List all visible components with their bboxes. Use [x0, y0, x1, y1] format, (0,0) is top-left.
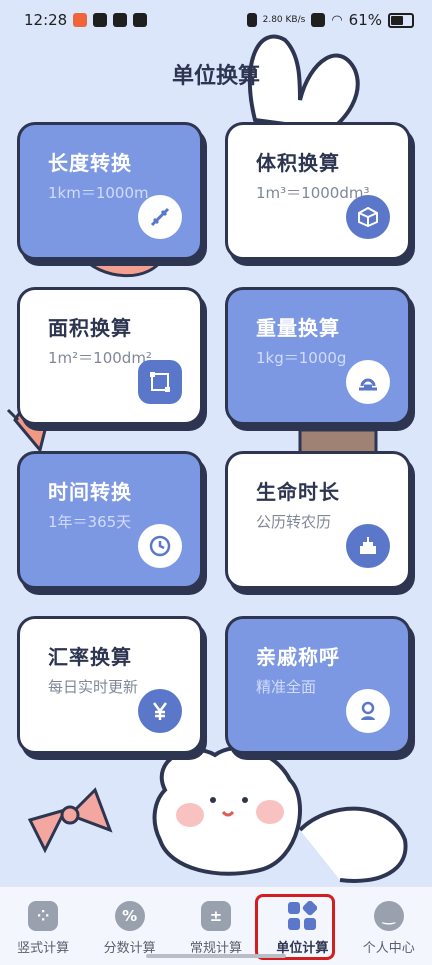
card-subtitle: 1kg＝1000g	[256, 349, 347, 367]
nav-label: 个人中心	[362, 941, 415, 956]
yen-icon	[138, 689, 182, 733]
app-notification-icon	[73, 13, 88, 27]
net-speed: 2.80 KB/s	[262, 14, 306, 25]
card-title: 重量换算	[256, 316, 340, 340]
wifi-icon: ◠	[331, 12, 343, 28]
card-title: 亲戚称呼	[256, 645, 340, 669]
cube-icon	[346, 195, 390, 239]
card-subtitle: 1km＝1000m	[48, 184, 149, 202]
card-title: 时间转换	[48, 480, 132, 504]
link-notification-icon	[113, 13, 128, 27]
card-title: 汇率换算	[48, 645, 132, 669]
card-life-duration[interactable]: 生命时长 公历转农历	[225, 451, 411, 589]
percent-icon: %	[114, 901, 145, 931]
card-subtitle: 1年＝365天	[48, 513, 132, 531]
vibrate-icon	[246, 13, 257, 27]
card-time-conversion[interactable]: 时间转换 1年＝365天	[17, 451, 203, 589]
nav-label: 竖式计算	[17, 941, 70, 956]
area-square-icon	[138, 360, 182, 404]
selection-highlight	[255, 894, 335, 960]
battery-percent: 61%	[348, 11, 382, 29]
card-subtitle: 精准全面	[256, 678, 317, 696]
status-time: 12:28	[24, 11, 68, 29]
card-subtitle: 1m³＝1000dm³	[256, 184, 370, 202]
battery-icon	[388, 12, 414, 28]
play-notification-icon	[93, 13, 108, 27]
card-exchange-rate[interactable]: 汇率换算 每日实时更新	[17, 616, 203, 754]
calculator-icon: ±	[200, 901, 231, 931]
message-notification-icon	[133, 13, 148, 27]
card-volume-conversion[interactable]: 体积换算 1m³＝1000dm³	[225, 122, 411, 260]
nav-regular-calc[interactable]: ± 常规计算	[176, 887, 256, 956]
card-area-conversion[interactable]: 面积换算 1m²＝100dm²	[17, 287, 203, 425]
status-bar: 12:28 2.80 KB/s ◠ 61%	[0, 0, 432, 40]
card-title: 长度转换	[48, 151, 132, 175]
card-weight-conversion[interactable]: 重量换算 1kg＝1000g	[225, 287, 411, 425]
ruler-pencil-icon	[138, 195, 182, 239]
nav-fraction-calc[interactable]: % 分数计算	[90, 887, 170, 956]
card-subtitle: 每日实时更新	[48, 678, 139, 696]
scale-icon	[346, 360, 390, 404]
person-icon	[346, 689, 390, 733]
card-relative-titles[interactable]: 亲戚称呼 精准全面	[225, 616, 411, 754]
card-title: 面积换算	[48, 316, 132, 340]
nav-vertical-calc[interactable]: ⁘ 竖式计算	[3, 887, 83, 956]
grid-dots-icon: ⁘	[28, 901, 59, 931]
clock-icon	[138, 524, 182, 568]
card-title: 生命时长	[256, 480, 340, 504]
home-indicator[interactable]	[146, 954, 286, 958]
page-title: 单位换算	[171, 64, 260, 89]
card-title: 体积换算	[256, 151, 340, 175]
card-length-conversion[interactable]: 长度转换 1km＝1000m	[17, 122, 203, 260]
sim-icon	[311, 13, 326, 27]
smile-icon: ‿	[373, 901, 404, 931]
card-subtitle: 公历转农历	[256, 513, 332, 531]
cake-icon	[346, 524, 390, 568]
nav-personal-center[interactable]: ‿ 个人中心	[349, 887, 429, 956]
